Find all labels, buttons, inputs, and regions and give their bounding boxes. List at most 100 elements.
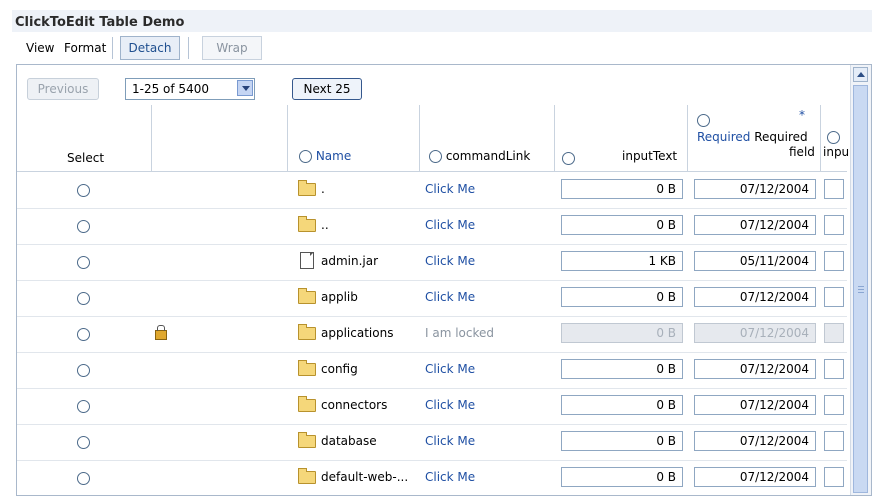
column-divider — [419, 105, 420, 171]
table-navigation: Previous 1-25 of 5400 Next 25 — [27, 77, 847, 101]
row-select-radio[interactable] — [77, 327, 90, 341]
file-name: . — [321, 182, 325, 196]
file-name: applib — [321, 290, 358, 304]
table-header: Select Name commandLink inputText * Requ… — [17, 105, 849, 172]
table-row: connectors Click Me 0 B 07/12/2004 — [17, 388, 847, 425]
date-input[interactable]: 07/12/2004 — [694, 359, 816, 379]
click-me-link[interactable]: Click Me — [425, 362, 475, 376]
size-input[interactable]: 0 B — [561, 359, 683, 379]
wrap-button[interactable]: Wrap — [202, 36, 262, 60]
next-button[interactable]: Next 25 — [292, 78, 362, 100]
range-select-value: 1-25 of 5400 — [132, 82, 209, 96]
scrollbar-thumb[interactable] — [853, 85, 868, 493]
size-input[interactable]: 0 B — [561, 215, 683, 235]
range-select[interactable]: 1-25 of 5400 — [125, 78, 255, 100]
date-input[interactable]: 07/12/2004 — [694, 431, 816, 451]
data-table: Previous 1-25 of 5400 Next 25 Select Nam… — [16, 64, 872, 496]
truncated-input[interactable] — [824, 359, 844, 379]
size-input[interactable]: 0 B — [561, 395, 683, 415]
date-input[interactable]: 05/11/2004 — [694, 251, 816, 271]
row-select-radio[interactable] — [77, 219, 90, 233]
row-select-radio[interactable] — [77, 435, 90, 449]
click-me-link[interactable]: Click Me — [425, 290, 475, 304]
folder-icon — [298, 432, 316, 448]
click-me-link[interactable]: Click Me — [425, 254, 475, 268]
click-me-link[interactable]: Click Me — [425, 218, 475, 232]
row-select-radio[interactable] — [77, 183, 90, 197]
format-menu[interactable]: Format — [64, 41, 106, 55]
column-header-input-radio[interactable] — [562, 151, 575, 165]
truncated-input[interactable] — [824, 467, 844, 487]
vertical-scrollbar[interactable] — [850, 65, 871, 495]
row-select-radio[interactable] — [77, 399, 90, 413]
grip-icon — [858, 289, 864, 290]
folder-icon — [298, 288, 316, 304]
size-input[interactable]: 0 B — [561, 179, 683, 199]
required-text: Required — [754, 130, 808, 144]
size-input[interactable]: 0 B — [561, 287, 683, 307]
sort-radio-icon[interactable] — [562, 152, 575, 165]
column-header-select: Select — [67, 151, 105, 165]
column-divider — [687, 105, 688, 171]
column-header-command-link[interactable]: commandLink — [429, 149, 530, 163]
size-input[interactable]: 1 KB — [561, 251, 683, 271]
table-row: applications I am locked 0 B 07/12/2004 — [17, 316, 847, 353]
page-title: ClickToEdit Table Demo — [15, 15, 185, 30]
file-name: connectors — [321, 398, 388, 412]
sort-radio-icon[interactable] — [827, 130, 840, 144]
file-name: .. — [321, 218, 329, 232]
truncated-input[interactable] — [824, 431, 844, 451]
truncated-input[interactable] — [824, 215, 844, 235]
date-input[interactable]: 07/12/2004 — [694, 179, 816, 199]
column-divider — [287, 105, 288, 171]
required-link[interactable]: Required — [697, 130, 750, 144]
column-divider — [820, 105, 821, 171]
locked-label: I am locked — [425, 326, 495, 340]
column-header-name[interactable]: Name — [299, 149, 351, 163]
folder-icon — [298, 216, 316, 232]
click-me-link[interactable]: Click Me — [425, 182, 475, 196]
file-name: applications — [321, 326, 394, 340]
click-me-link[interactable]: Click Me — [425, 470, 475, 484]
date-input[interactable]: 07/12/2004 — [694, 395, 816, 415]
table-row: . Click Me 0 B 07/12/2004 — [17, 172, 847, 209]
size-input[interactable]: 0 B — [561, 467, 683, 487]
folder-icon — [298, 324, 316, 340]
toolbar-separator — [112, 37, 116, 59]
lock-icon — [155, 325, 167, 340]
previous-button[interactable]: Previous — [27, 78, 99, 100]
file-name: config — [321, 362, 358, 376]
scroll-up-icon[interactable] — [853, 67, 868, 82]
row-select-radio[interactable] — [77, 291, 90, 305]
size-input[interactable]: 0 B — [561, 431, 683, 451]
sort-radio-icon[interactable] — [299, 150, 312, 163]
detach-button[interactable]: Detach — [120, 36, 180, 60]
row-select-radio[interactable] — [77, 255, 90, 269]
date-input[interactable]: 07/12/2004 — [694, 287, 816, 307]
truncated-input[interactable] — [824, 179, 844, 199]
date-input[interactable]: 07/12/2004 — [694, 215, 816, 235]
table-row: applib Click Me 0 B 07/12/2004 — [17, 280, 847, 317]
truncated-input[interactable] — [824, 251, 844, 271]
sort-radio-icon[interactable] — [429, 150, 442, 163]
folder-icon — [298, 360, 316, 376]
toolbar-separator — [188, 37, 192, 59]
view-menu[interactable]: View — [26, 41, 54, 55]
row-select-radio[interactable] — [77, 363, 90, 377]
column-divider — [151, 105, 152, 171]
table-row: config Click Me 0 B 07/12/2004 — [17, 352, 847, 389]
truncated-input[interactable] — [824, 287, 844, 307]
truncated-input[interactable] — [824, 395, 844, 415]
file-icon — [300, 252, 314, 269]
name-sort-link[interactable]: Name — [316, 149, 351, 163]
click-me-link[interactable]: Click Me — [425, 434, 475, 448]
chevron-down-icon[interactable] — [237, 80, 253, 96]
table-row: admin.jar Click Me 1 KB 05/11/2004 — [17, 244, 847, 281]
row-select-radio[interactable] — [77, 471, 90, 485]
click-me-link[interactable]: Click Me — [425, 398, 475, 412]
required-field-label: field — [789, 145, 815, 159]
date-input[interactable]: 07/12/2004 — [694, 467, 816, 487]
toolbar: View Format Detach Wrap — [16, 34, 872, 60]
sort-radio-icon[interactable] — [697, 113, 710, 127]
grip-icon — [858, 286, 864, 287]
